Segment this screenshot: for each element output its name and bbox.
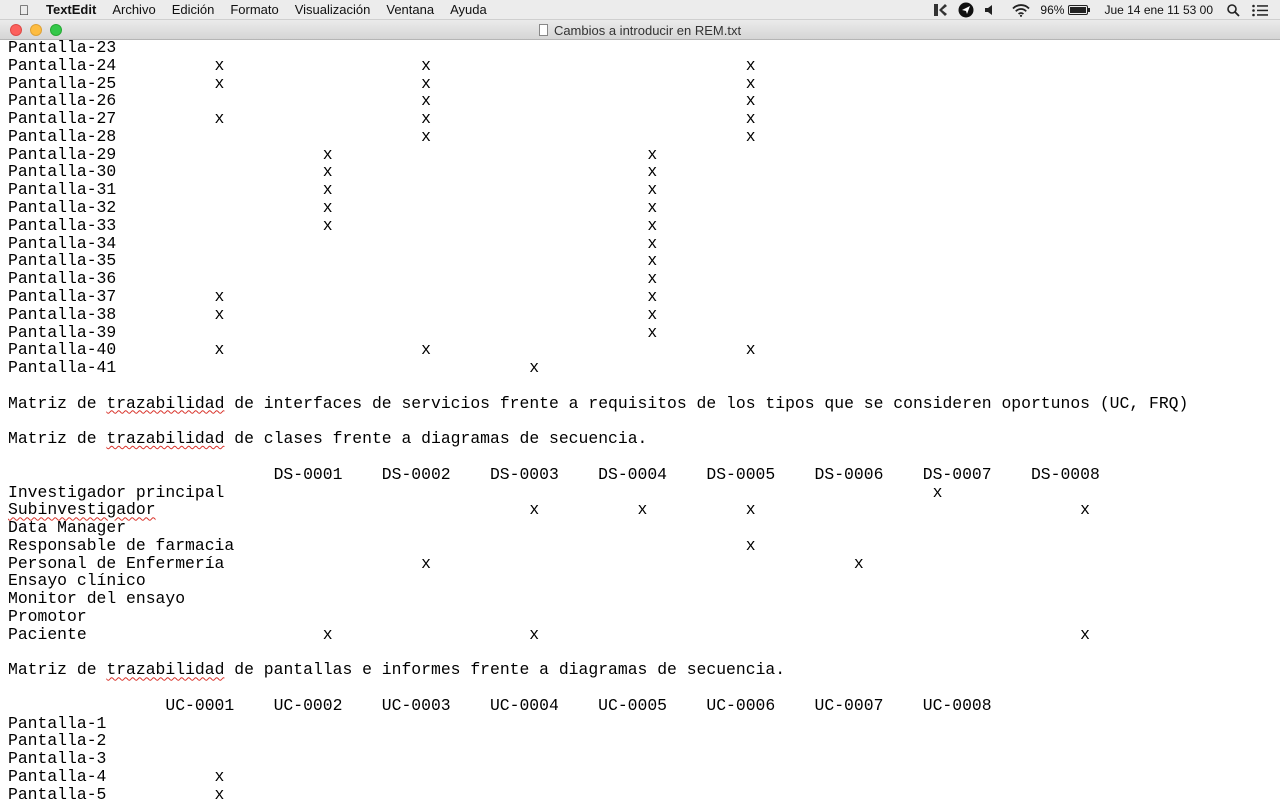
location-arrow-icon[interactable] [958, 0, 974, 20]
apple-icon[interactable]:  [14, 0, 34, 20]
text-line: Responsable de farmacia x [8, 535, 756, 555]
text-line: Matriz de trazabilidad de interfaces de … [8, 393, 1189, 413]
spotlight-search-icon[interactable] [1227, 0, 1240, 20]
battery-percentage: 96% [1040, 3, 1065, 17]
menu-visualizacion[interactable]: Visualización [295, 0, 371, 20]
text-line: Pantalla-31 x x [8, 180, 658, 200]
wifi-icon[interactable] [1012, 0, 1031, 20]
menu-archivo[interactable]: Archivo [112, 0, 155, 20]
text-line: Pantalla-23 [8, 40, 117, 57]
text-line [8, 377, 1188, 395]
text-line: UC-0001 UC-0002 UC-0003 UC-0004 UC-0005 … [8, 695, 992, 715]
menu-app-name[interactable]: TextEdit [46, 0, 96, 20]
text-line [8, 644, 1188, 662]
text-line: Pantalla-24 x x x [8, 55, 756, 75]
text-line: Pantalla-25 x x x [8, 73, 756, 93]
text-line: Monitor del ensayo [8, 589, 186, 609]
spellcheck-word[interactable]: Subinvestigador [8, 500, 156, 519]
menu-ventana[interactable]: Ventana [386, 0, 434, 20]
text-line: Pantalla-38 x x [8, 304, 658, 324]
text-line: Pantalla-3 [8, 749, 107, 769]
text-line: Matriz de trazabilidad de clases frente … [8, 429, 648, 449]
document-text-area[interactable]: Pantalla-23 Pantalla-24 x x x Pantalla-25 … [0, 40, 1280, 800]
document-text[interactable]: Pantalla-23 Pantalla-24 x x x Pantalla-25 … [8, 40, 1188, 800]
text-line: Investigador principal x [8, 482, 943, 502]
text-line: Pantalla-30 x x [8, 162, 658, 182]
text-line: Pantalla-28 x x [8, 126, 756, 146]
text-line: Pantalla-4 x [8, 767, 225, 787]
text-line: Pantalla-32 x x [8, 198, 658, 218]
clock[interactable]: Jue 14 ene 11 53 00 [1104, 0, 1213, 20]
battery-fill [1070, 7, 1086, 13]
text-line [8, 679, 1188, 697]
text-line: Pantalla-41 x [8, 358, 540, 378]
text-line [8, 448, 1188, 466]
text-line: Pantalla-27 x x x [8, 109, 756, 129]
text-line: DS-0001 DS-0002 DS-0003 DS-0004 DS-0005 … [8, 464, 1100, 484]
battery-gauge [1068, 5, 1091, 15]
text-line: Pantalla-40 x x x [8, 340, 756, 360]
text-line: Paciente x x x [8, 624, 1090, 644]
document-icon [538, 24, 548, 36]
text-line: Pantalla-33 x x [8, 215, 658, 235]
text-line: Pantalla-5 x [8, 784, 225, 800]
spellcheck-word[interactable]: trazabilidad [106, 429, 224, 448]
text-line: Matriz de trazabilidad de pantallas e in… [8, 660, 786, 680]
menu-bar:  TextEdit Archivo Edición Formato Visua… [0, 0, 1280, 20]
menu-edicion[interactable]: Edición [172, 0, 215, 20]
text-line: Pantalla-34 x [8, 233, 658, 253]
text-line: Pantalla-2 [8, 731, 107, 751]
window-title: Cambios a introducir en REM.txt [553, 22, 742, 38]
text-line: Pantalla-36 x [8, 269, 658, 289]
text-line: Pantalla-29 x x [8, 144, 658, 164]
text-line: Pantalla-26 x x [8, 91, 756, 111]
text-line: Pantalla-1 [8, 713, 107, 733]
text-line: Promotor [8, 607, 87, 626]
spellcheck-word[interactable]: trazabilidad [106, 660, 224, 679]
text-line: Pantalla-35 x [8, 251, 658, 271]
menu-bar-status: 96% Jue 14 ene 11 53 00 [922, 0, 1280, 20]
text-line [8, 412, 1188, 430]
window-title-area: Cambios a introducir en REM.txt [0, 20, 1280, 40]
text-line: Pantalla-39 x [8, 322, 658, 342]
app-k-icon[interactable] [932, 0, 948, 20]
text-line: Subinvestigador x x x x [8, 500, 1090, 520]
volume-icon[interactable] [984, 0, 998, 20]
text-line: Pantalla-37 x x [8, 286, 658, 306]
menu-bar-left:  TextEdit Archivo Edición Formato Visua… [0, 0, 503, 20]
text-line: Ensayo clínico [8, 571, 146, 591]
battery-icon[interactable] [1068, 0, 1091, 20]
window-title-bar[interactable]: Cambios a introducir en REM.txt [0, 20, 1280, 40]
spellcheck-word[interactable]: trazabilidad [106, 394, 224, 413]
menu-formato[interactable]: Formato [230, 0, 278, 20]
notification-list-icon[interactable] [1252, 0, 1268, 20]
menu-ayuda[interactable]: Ayuda [450, 0, 487, 20]
text-line: Data Manager [8, 518, 127, 538]
text-line: Personal de Enfermería x x [8, 553, 864, 573]
